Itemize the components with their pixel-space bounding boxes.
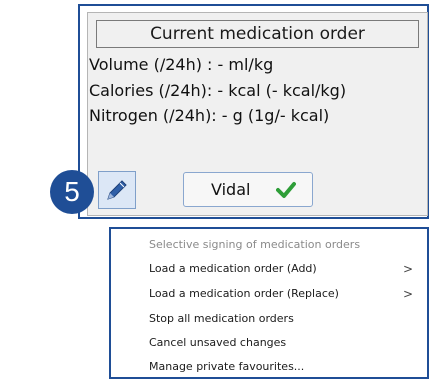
volume-line: Volume (/24h) : - ml/kg	[89, 55, 274, 74]
edit-button[interactable]	[98, 171, 136, 209]
menu-item-load-replace[interactable]: Load a medication order (Replace) >	[149, 283, 421, 305]
calories-line: Calories (/24h): - kcal (- kcal/kg)	[89, 81, 347, 100]
vidal-button-label: Vidal	[211, 180, 251, 199]
menu-item-manage-favourites[interactable]: Manage private favourites...	[149, 356, 421, 378]
menu-item-label: Load a medication order (Add)	[149, 262, 317, 275]
nitrogen-line: Nitrogen (/24h): - g (1g/- kcal)	[89, 106, 330, 125]
step-number-badge: 5	[50, 170, 94, 214]
checkmark-icon	[276, 182, 296, 198]
menu-item-label: Selective signing of medication orders	[149, 238, 361, 251]
medication-order-panel: Current medication order Volume (/24h) :…	[78, 4, 429, 219]
menu-item-label: Cancel unsaved changes	[149, 336, 287, 349]
menu-item-label: Load a medication order (Replace)	[149, 287, 339, 300]
menu-item-label: Stop all medication orders	[149, 312, 294, 325]
screenshot-stage: Current medication order Volume (/24h) :…	[0, 0, 434, 379]
pencil-icon	[107, 180, 127, 200]
menu-item-label: Manage private favourites...	[149, 360, 305, 373]
menu-item-stop-all[interactable]: Stop all medication orders	[149, 308, 421, 330]
menu-item-load-add[interactable]: Load a medication order (Add) >	[149, 258, 421, 280]
context-menu: Selective signing of medication orders L…	[109, 227, 429, 379]
medication-order-panel-body: Current medication order Volume (/24h) :…	[87, 12, 428, 216]
panel-title: Current medication order	[96, 20, 419, 48]
menu-item-cancel-unsaved[interactable]: Cancel unsaved changes	[149, 332, 421, 354]
vidal-button[interactable]: Vidal	[183, 172, 313, 207]
submenu-arrow-icon: >	[402, 262, 413, 276]
submenu-arrow-icon: >	[402, 287, 413, 301]
menu-item-selective-signing: Selective signing of medication orders	[149, 234, 421, 256]
